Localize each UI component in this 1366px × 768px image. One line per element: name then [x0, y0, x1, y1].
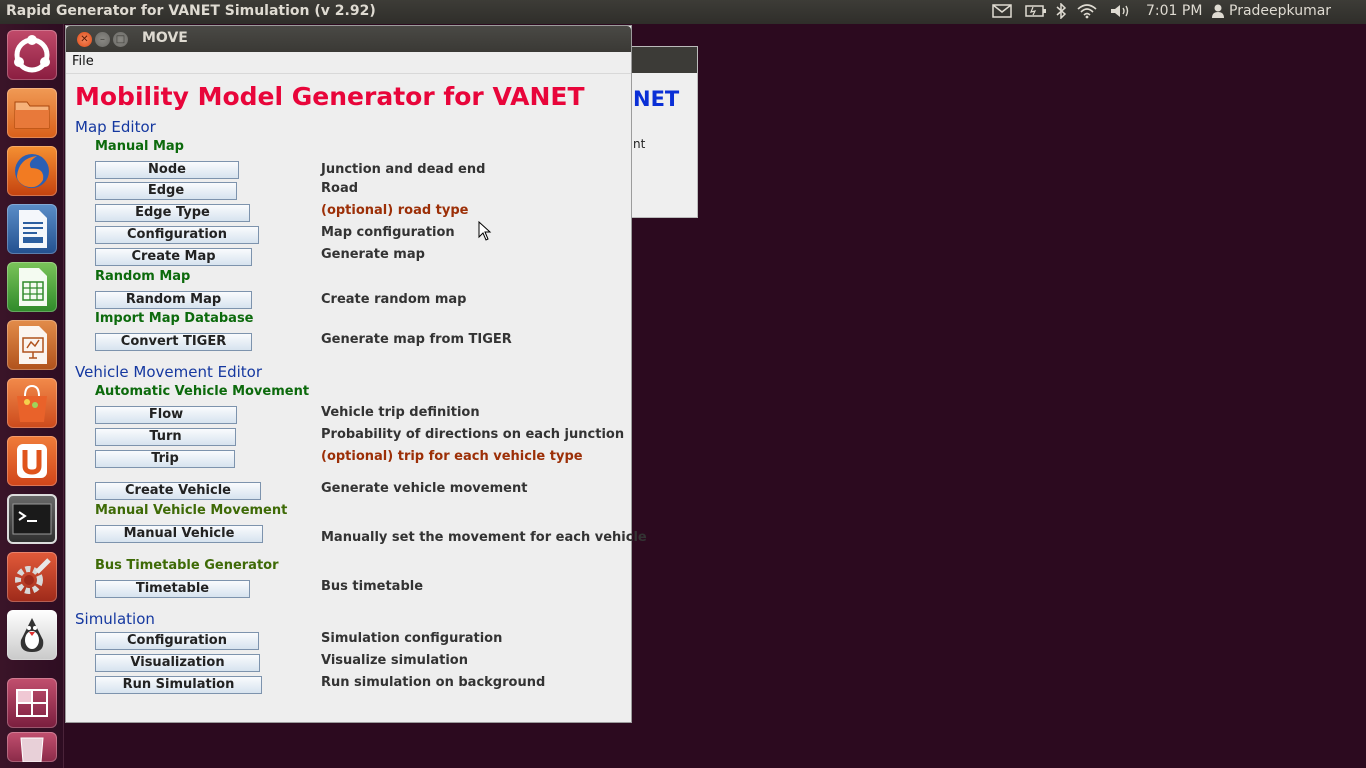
battery-icon[interactable] [1025, 3, 1047, 23]
visualization-button[interactable]: Visualization [95, 654, 260, 672]
window-title: MOVE [142, 30, 188, 46]
menubar: File [66, 52, 631, 74]
label-manual-map: Manual Map [95, 139, 184, 154]
software-center-icon[interactable] [7, 378, 57, 428]
map-configuration-desc: Map configuration [321, 225, 455, 240]
flow-desc: Vehicle trip definition [321, 405, 480, 420]
workspace-switcher-icon[interactable] [7, 678, 57, 728]
active-app-title: Rapid Generator for VANET Simulation (v … [6, 3, 376, 19]
bluetooth-icon[interactable] [1055, 2, 1067, 23]
app-heading: Mobility Model Generator for VANET [75, 82, 585, 111]
node-button[interactable]: Node [95, 161, 239, 179]
wifi-icon[interactable] [1077, 3, 1097, 23]
simulation-configuration-desc: Simulation configuration [321, 631, 503, 646]
move-window: ✕ – □ MOVE File Mobility Model Generator… [65, 25, 647, 723]
random-map-button[interactable]: Random Map [95, 291, 252, 309]
turn-button[interactable]: Turn [95, 428, 236, 446]
calc-icon[interactable] [7, 262, 57, 312]
trip-button[interactable]: Trip [95, 450, 235, 468]
label-bus-timetable-generator: Bus Timetable Generator [95, 558, 279, 573]
label-import-map-database: Import Map Database [95, 311, 254, 326]
label-automatic-vehicle-movement: Automatic Vehicle Movement [95, 384, 310, 399]
create-vehicle-button[interactable]: Create Vehicle [95, 482, 261, 500]
impress-icon[interactable] [7, 320, 57, 370]
terminal-icon[interactable] [7, 494, 57, 544]
edge-type-desc: (optional) road type [321, 203, 469, 218]
convert-tiger-button[interactable]: Convert TIGER [95, 333, 252, 351]
launcher [0, 24, 64, 768]
node-desc: Junction and dead end [321, 162, 486, 177]
trip-desc: (optional) trip for each vehicle type [321, 449, 583, 464]
firefox-icon[interactable] [7, 146, 57, 196]
background-heading-fragment: NET [633, 87, 680, 111]
settings-icon[interactable] [7, 552, 57, 602]
minimize-icon[interactable]: – [95, 32, 110, 47]
edge-type-button[interactable]: Edge Type [95, 204, 250, 222]
map-configuration-button[interactable]: Configuration [95, 226, 259, 244]
volume-icon[interactable] [1109, 3, 1131, 23]
mouse-cursor-icon [478, 220, 492, 245]
visualization-desc: Visualize simulation [321, 653, 468, 668]
trash-icon[interactable] [7, 732, 57, 762]
manual-vehicle-desc: Manually set the movement for each vehic… [321, 530, 647, 545]
section-map-editor: Map Editor [75, 118, 156, 136]
user-name[interactable]: Pradeepkumar [1229, 3, 1331, 19]
user-icon[interactable] [1211, 3, 1225, 23]
timetable-desc: Bus timetable [321, 579, 424, 594]
timetable-button[interactable]: Timetable [95, 580, 250, 598]
random-map-desc: Create random map [321, 292, 467, 307]
label-manual-vehicle-movement: Manual Vehicle Movement [95, 503, 288, 518]
java-icon[interactable] [7, 610, 57, 660]
run-simulation-button[interactable]: Run Simulation [95, 676, 262, 694]
writer-icon[interactable] [7, 204, 57, 254]
dash-icon[interactable] [7, 30, 57, 80]
section-vehicle-movement-editor: Vehicle Movement Editor [75, 363, 263, 381]
menu-file[interactable]: File [72, 54, 94, 69]
create-vehicle-desc: Generate vehicle movement [321, 481, 528, 496]
window-titlebar[interactable]: ✕ – □ MOVE [66, 26, 631, 52]
manual-vehicle-button[interactable]: Manual Vehicle [95, 525, 263, 543]
simulation-configuration-button[interactable]: Configuration [95, 632, 259, 650]
section-simulation: Simulation [75, 610, 155, 628]
run-simulation-desc: Run simulation on background [321, 675, 546, 690]
background-text-fragment: nt [633, 137, 646, 151]
label-random-map: Random Map [95, 269, 191, 284]
maximize-icon[interactable]: □ [113, 32, 128, 47]
convert-tiger-desc: Generate map from TIGER [321, 332, 512, 347]
edge-desc: Road [321, 181, 359, 196]
create-map-desc: Generate map [321, 247, 425, 262]
create-map-button[interactable]: Create Map [95, 248, 252, 266]
clock[interactable]: 7:01 PM [1146, 3, 1202, 19]
top-panel: Rapid Generator for VANET Simulation (v … [0, 0, 1366, 24]
files-icon[interactable] [7, 88, 57, 138]
ubuntu-one-icon[interactable] [7, 436, 57, 486]
edge-button[interactable]: Edge [95, 182, 237, 200]
close-icon[interactable]: ✕ [77, 32, 92, 47]
turn-desc: Probability of directions on each juncti… [321, 427, 625, 442]
mail-icon[interactable] [992, 3, 1012, 23]
flow-button[interactable]: Flow [95, 406, 237, 424]
